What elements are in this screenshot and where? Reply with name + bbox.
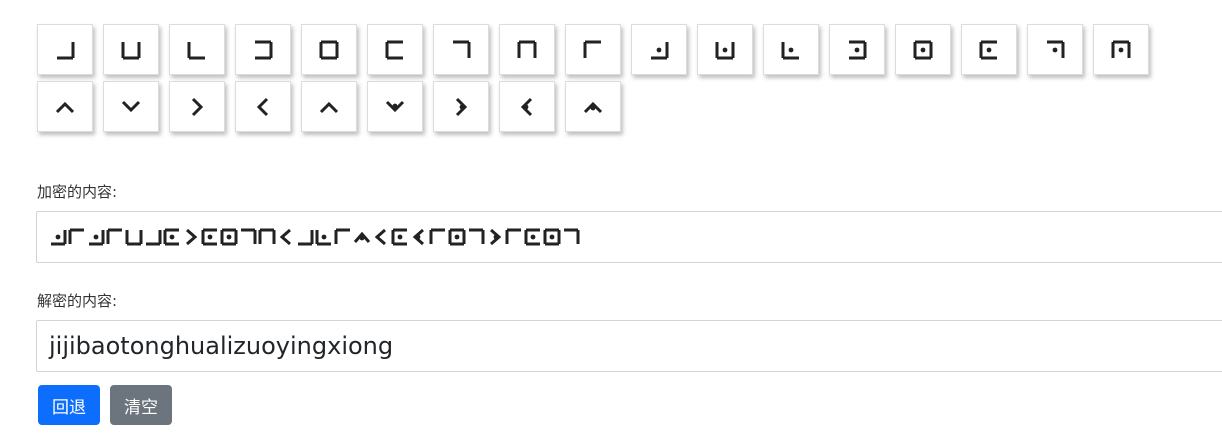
plain-label: 解密的内容:: [37, 292, 118, 310]
cipher-glyph: [296, 228, 314, 246]
cipher-glyph: [315, 228, 333, 246]
key-c[interactable]: [169, 24, 225, 75]
back-button[interactable]: 回退: [38, 385, 100, 425]
cipher-glyph: [486, 228, 504, 246]
key-r[interactable]: [37, 81, 93, 132]
key-b[interactable]: [103, 24, 159, 75]
cipher-glyph: [334, 228, 352, 246]
cipher-glyph: [277, 228, 295, 246]
cipher-glyph: [68, 228, 86, 246]
pigpen-c-icon: [187, 41, 205, 59]
cipher-glyph: [410, 228, 428, 246]
pigpen-o-icon: [979, 40, 997, 59]
cipher-label: 加密的内容:: [37, 183, 118, 201]
cipher-glyph: [125, 228, 143, 246]
key-m[interactable]: [829, 24, 885, 75]
cipher-glyph: [144, 228, 162, 246]
key-k[interactable]: [697, 24, 753, 75]
key-z[interactable]: [565, 81, 621, 132]
pigpen-keyboard: [37, 24, 1222, 138]
cipher-glyph: [49, 228, 67, 246]
key-a[interactable]: [37, 24, 93, 75]
cipher-glyph: [220, 228, 238, 246]
cipher-glyph: [258, 228, 276, 246]
pigpen-j-icon: [651, 41, 669, 59]
key-q[interactable]: [1093, 24, 1149, 75]
pigpen-q-icon: [1111, 40, 1131, 58]
key-i[interactable]: [565, 24, 621, 75]
pigpen-g-icon: [453, 40, 471, 58]
cipher-glyph: [372, 228, 390, 246]
pigpen-m-icon: [849, 40, 867, 59]
key-u[interactable]: [235, 81, 291, 132]
key-d[interactable]: [235, 24, 291, 75]
pigpen-k-icon: [715, 41, 735, 59]
pigpen-z-icon: [583, 101, 603, 113]
key-v[interactable]: [301, 81, 357, 132]
pigpen-d-icon: [255, 40, 273, 59]
key-p[interactable]: [1027, 24, 1083, 75]
key-o[interactable]: [961, 24, 1017, 75]
cipher-glyph: [239, 228, 257, 246]
key-e[interactable]: [301, 24, 357, 75]
cipher-glyph: [467, 228, 485, 246]
cipher-glyph: [182, 228, 200, 246]
pigpen-w-icon: [385, 100, 405, 112]
key-l[interactable]: [763, 24, 819, 75]
cipher-glyph: [201, 228, 219, 246]
pigpen-v-icon: [319, 101, 339, 113]
cipher-glyph: [505, 228, 523, 246]
plain-output-field[interactable]: jijibaotonghualizuoyingxiong: [36, 320, 1222, 372]
key-y[interactable]: [499, 81, 555, 132]
pigpen-i-icon: [583, 40, 601, 58]
pigpen-e-icon: [319, 40, 339, 59]
cipher-glyph: [562, 228, 580, 246]
cipher-output-field[interactable]: [36, 211, 1222, 263]
pigpen-u-icon: [256, 97, 269, 116]
cipher-glyph: [391, 228, 409, 246]
key-h[interactable]: [499, 24, 555, 75]
cipher-glyph: [524, 228, 542, 246]
cipher-glyphs: [49, 228, 581, 246]
pigpen-n-icon: [913, 40, 933, 59]
plain-text: jijibaotonghualizuoyingxiong: [49, 332, 394, 360]
pigpen-x-icon: [455, 97, 468, 116]
key-w[interactable]: [367, 81, 423, 132]
pigpen-f-icon: [385, 40, 403, 59]
keyboard-row-2: [37, 81, 1222, 132]
pigpen-s-icon: [121, 100, 141, 112]
pigpen-b-icon: [121, 41, 141, 59]
key-g[interactable]: [433, 24, 489, 75]
pigpen-p-icon: [1047, 40, 1065, 58]
key-n[interactable]: [895, 24, 951, 75]
clear-button[interactable]: 清空: [110, 385, 172, 425]
keyboard-row-1: [37, 24, 1222, 75]
key-x[interactable]: [433, 81, 489, 132]
cipher-glyph: [106, 228, 124, 246]
pigpen-a-icon: [57, 41, 75, 59]
pigpen-r-icon: [55, 101, 75, 113]
cipher-glyph: [543, 228, 561, 246]
pigpen-t-icon: [191, 97, 204, 116]
key-t[interactable]: [169, 81, 225, 132]
cipher-glyph: [353, 228, 371, 246]
cipher-glyph: [87, 228, 105, 246]
pigpen-h-icon: [517, 40, 537, 58]
cipher-glyph: [429, 228, 447, 246]
key-f[interactable]: [367, 24, 423, 75]
pigpen-y-icon: [520, 97, 533, 116]
cipher-glyph: [163, 228, 181, 246]
cipher-glyph: [448, 228, 466, 246]
pigpen-l-icon: [781, 41, 799, 59]
key-j[interactable]: [631, 24, 687, 75]
key-s[interactable]: [103, 81, 159, 132]
